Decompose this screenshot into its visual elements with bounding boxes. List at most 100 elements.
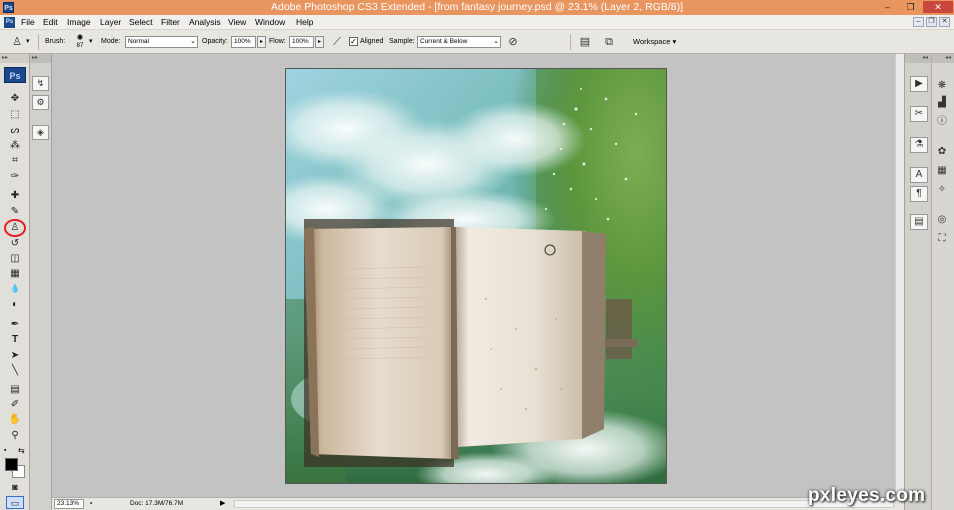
ignore-adjustment-layers-icon[interactable]: ⊘ [506,35,520,49]
marquee-tool-icon[interactable]: ⬚ [6,108,24,121]
watermark: pxleyes.com [808,485,926,506]
sample-label: Sample: [389,38,415,45]
photoshop-badge-icon[interactable]: Ps [4,67,26,83]
actions-panel-icon[interactable]: ⚙ [32,95,49,110]
paragraph-panel-icon[interactable]: ¶ [910,186,928,202]
color-panel-icon[interactable]: ❋ [933,78,951,94]
pen-tool-icon[interactable]: ✒ [6,318,24,331]
lasso-tool-icon[interactable]: ᔕ [6,124,24,137]
history-panel-icon[interactable]: ↯ [32,76,49,91]
flow-label: Flow: [269,38,286,45]
swap-colors-icon[interactable]: ⇆ [18,446,25,455]
bridge-icon[interactable]: ⧉ [602,35,616,49]
left-dock-grip[interactable]: ▸▸ [30,54,51,63]
close-button[interactable]: ✕ [923,1,953,13]
mode-label: Mode: [101,38,121,45]
doc-close-button[interactable]: ✕ [939,17,950,27]
eraser-tool-icon[interactable]: ◫ [6,252,24,265]
document-size-info: Doc: 17.3M/76.7M [130,500,184,507]
clone-source-panel-icon[interactable]: ⚗ [910,137,928,153]
brush-tool-icon[interactable]: ✎ [6,205,24,218]
clone-stamp-preset-icon[interactable]: ♙ [10,35,24,49]
menu-layer[interactable]: Layer [100,17,121,27]
clone-stamp-tool-icon[interactable]: ♙ [4,219,26,237]
document-canvas[interactable] [285,68,667,484]
magic-wand-tool-icon[interactable]: ⁂ [6,139,24,152]
flow-slider-button[interactable]: ▸ [315,36,324,48]
status-bar: 23.13% ◔ Doc: 17.3M/76.7M ▶ [52,497,904,510]
default-colors-icon[interactable]: ▪ [4,447,6,454]
brush-dropdown-icon[interactable]: ▾ [89,37,93,45]
menu-select[interactable]: Select [129,17,153,27]
maximize-button[interactable]: ❐ [900,1,921,13]
mode-select[interactable]: Normal ⌄ [125,36,198,48]
menu-image[interactable]: Image [67,17,91,27]
workspace-button[interactable]: Workspace ▾ [633,37,676,46]
tool-presets-panel-icon[interactable]: ✂ [910,106,928,122]
character-panel-icon[interactable]: A [910,167,928,183]
vertical-scrollbar[interactable] [895,54,904,497]
right-dock-outer-grip[interactable]: ◂◂ [932,54,954,63]
eyedropper-tool-icon[interactable]: ✐ [6,398,24,411]
menu-help[interactable]: Help [296,17,313,27]
swatches-panel-icon[interactable]: ▦ [933,163,951,179]
screen-mode-icon[interactable]: ▭ [6,496,24,509]
styles-panel-icon[interactable]: ✧ [933,182,951,198]
zoom-tool-icon[interactable]: ⚲ [6,429,24,442]
path-selection-tool-icon[interactable]: ➤ [6,349,24,362]
zoom-level-input[interactable]: 23.13% [54,499,84,509]
chevron-down-icon: ⌄ [190,38,196,45]
menu-bar: Ps File Edit Image Layer Select Filter A… [0,15,954,30]
hand-tool-icon[interactable]: ✋ [6,413,24,426]
horizontal-scrollbar[interactable] [234,500,894,508]
channels-panel-icon[interactable]: ◎ [933,212,951,228]
sample-select[interactable]: Current & Below ⌄ [417,36,501,48]
line-tool-icon[interactable]: ╲ [6,364,24,377]
status-menu-arrow-icon[interactable]: ▶ [220,499,229,509]
aligned-checkbox[interactable]: ✓ [349,37,358,46]
blur-tool-icon[interactable]: 💧 [6,282,24,295]
opacity-input[interactable]: 100% [231,36,256,48]
crop-tool-icon[interactable]: ⌗ [6,154,24,167]
slice-tool-icon[interactable]: ✑ [6,170,24,183]
quick-mask-icon[interactable]: ◙ [6,481,24,494]
opacity-slider-button[interactable]: ▸ [257,36,266,48]
menu-analysis[interactable]: Analysis [189,17,221,27]
opacity-label: Opacity: [202,38,228,45]
airbrush-icon[interactable]: ⟋ [330,35,344,49]
healing-brush-tool-icon[interactable]: ✚ [6,189,24,202]
menu-window[interactable]: Window [255,17,285,27]
menu-filter[interactable]: Filter [161,17,180,27]
document-icon[interactable]: Ps [4,17,15,28]
options-bar: ♙ ▾ Brush: ✺ 87 ▾ Mode: Normal ⌄ Opacity:… [0,30,954,54]
menu-file[interactable]: File [21,17,35,27]
doc-minimize-button[interactable]: – [913,17,924,27]
type-tool-icon[interactable]: T [6,333,24,346]
navigator-panel-icon[interactable]: ▶ [910,76,928,92]
gradient-tool-icon[interactable]: ▦ [6,267,24,280]
dodge-tool-icon[interactable]: ◐ [6,298,24,311]
layers-panel-icon[interactable]: ◈ [32,125,49,140]
notes-tool-icon[interactable]: ▤ [6,383,24,396]
tools-panel-grip[interactable]: ▸▸ [0,54,29,63]
history-brush-tool-icon[interactable]: ↺ [6,237,24,250]
foreground-color-swatch[interactable] [5,458,18,471]
menu-view[interactable]: View [228,17,246,27]
status-icon[interactable]: ◔ [88,499,93,508]
histogram-panel-icon[interactable]: ▟ [933,95,951,111]
brush-label: Brush: [45,38,66,45]
palette-well-icon[interactable]: ▤ [578,35,592,49]
info-panel-icon[interactable]: ⓘ [933,114,951,130]
doc-restore-button[interactable]: ❐ [926,17,937,27]
flow-input[interactable]: 100% [289,36,314,48]
window-title: Adobe Photoshop CS3 Extended - [from fan… [270,1,684,13]
minimize-button[interactable]: – [877,1,898,13]
brush-size: 87 [76,43,84,49]
brushes-panel-icon[interactable]: ✿ [933,144,951,160]
move-tool-icon[interactable]: ✥ [6,92,24,105]
menu-edit[interactable]: Edit [43,17,58,27]
notes-panel-icon[interactable]: ▤ [910,214,928,230]
right-dock-grip[interactable]: ◂◂ [905,54,931,63]
brush-preview[interactable]: ✺ 87 [72,33,88,52]
paths-panel-icon[interactable]: ⛶ [933,231,951,247]
